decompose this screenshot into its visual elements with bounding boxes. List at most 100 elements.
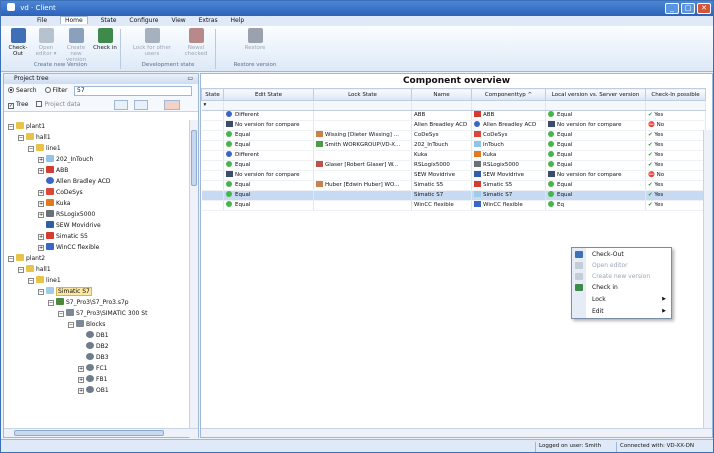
column-header-local-vs-server[interactable]: Local version vs. Server version — [545, 88, 646, 101]
tree-node-s7-project[interactable]: − S7_Pro3\S7_Pro3.s7p — [48, 298, 129, 308]
table-row[interactable]: No version for compare Allen Breadley ACD… — [201, 120, 706, 131]
context-item-checkout[interactable]: Check-Out — [592, 249, 670, 260]
table-horizontal-scrollbar[interactable] — [201, 428, 712, 437]
column-filter[interactable] — [471, 100, 546, 111]
column-header-checkin-possible[interactable]: Check-In possible — [645, 88, 706, 101]
context-item-lock[interactable]: Lock ▶ — [592, 294, 670, 305]
tree-node-fc1[interactable]: + FC1 — [78, 364, 107, 374]
create-new-version-button[interactable]: Create new version — [61, 28, 91, 63]
checkin-button[interactable]: Check in — [93, 28, 117, 51]
column-header-name[interactable]: Name — [411, 88, 472, 101]
tree-node-db3[interactable]: DB3 — [86, 353, 109, 363]
checkout-button[interactable]: Check-Out — [5, 28, 31, 57]
tree-node-rslogix5000[interactable]: + RSLogix5000 — [38, 210, 95, 220]
pin-icon[interactable]: ▭ — [187, 74, 193, 84]
scroll-thumb[interactable] — [191, 130, 197, 186]
column-filter[interactable] — [223, 100, 314, 111]
table-row[interactable]: No version for compare SEW Movidrive SEW M… — [201, 170, 706, 181]
no-version-icon — [548, 171, 555, 177]
tree-node-blocks[interactable]: − Blocks — [68, 320, 105, 330]
filter-radio[interactable] — [44, 87, 51, 93]
context-item-open-editor[interactable]: Open editor — [592, 260, 670, 271]
tree-node-codesys[interactable]: + CoDeSys — [38, 188, 83, 198]
menu-home[interactable]: Home — [59, 16, 88, 24]
tree-node-simatic-s5[interactable]: + Simatic S5 — [38, 232, 88, 242]
tree-node-kuka[interactable]: + Kuka — [38, 199, 70, 209]
column-header-edit-state[interactable]: Edit State — [223, 88, 314, 101]
tree-node-202-intouch[interactable]: +202_InTouch — [38, 155, 93, 165]
tree-node-ob1[interactable]: + OB1 — [78, 386, 109, 396]
menu-configure[interactable]: Configure — [129, 17, 158, 24]
tree-vertical-scrollbar[interactable] — [189, 120, 198, 438]
column-filter[interactable] — [411, 100, 472, 111]
tree-node-hall1[interactable]: − hall1 — [18, 265, 51, 275]
filter-input[interactable]: 57 — [74, 86, 192, 96]
lock-for-other-users-button[interactable]: Lock for other users — [125, 28, 179, 57]
tree-node-sew-movidrive[interactable]: SEW Movidrive — [46, 221, 101, 231]
tree-node-simatic-s7[interactable]: − Simatic S7 — [38, 287, 92, 297]
newsl-checked-button[interactable]: Newsl checked — [181, 28, 211, 57]
table-row[interactable]: Equal Smith WORKGROUP\VD-X... 202_InTouch I… — [201, 140, 706, 151]
tree-node-abb[interactable]: + ABB — [38, 166, 68, 176]
rslogix-icon — [46, 210, 54, 217]
table-row[interactable]: Equal Simatic S7 Simatic S7 Equal ✔ Yes — [201, 190, 706, 201]
column-filter[interactable] — [645, 100, 706, 111]
abb-icon — [474, 111, 481, 117]
project-tree-panel: Project tree ▭ Search Filter 57 ✓ Tree Pr… — [3, 73, 199, 438]
column-filter[interactable]: ▾ — [201, 100, 224, 111]
menu-extras[interactable]: Extras — [199, 17, 218, 24]
status-icon — [226, 111, 232, 117]
tree-node-db1[interactable]: DB1 — [86, 331, 109, 341]
menu-view[interactable]: View — [171, 17, 185, 24]
close-button[interactable]: ✕ — [697, 3, 711, 14]
table-vertical-scrollbar[interactable] — [703, 130, 712, 428]
app-logo-icon — [7, 3, 15, 11]
context-item-checkin[interactable]: Check in — [592, 282, 670, 293]
context-item-edit[interactable]: Edit ▶ — [592, 306, 670, 317]
tree-checkbox[interactable]: ✓ — [8, 103, 14, 109]
expand-all-button[interactable] — [114, 100, 128, 110]
table-row[interactable]: Equal WinCC flexible WinCC flexible Eq ✔ Yes — [201, 200, 706, 211]
scroll-thumb[interactable] — [14, 430, 164, 436]
minimize-button[interactable]: _ — [665, 3, 679, 14]
tree-node-fb1[interactable]: + FB1 — [78, 375, 107, 385]
project-tree: − plant1 − hall1 − line1 +202_InTouch + ABB … — [4, 120, 190, 420]
column-header-lock-state[interactable]: Lock State — [313, 88, 412, 101]
home-tree-button[interactable] — [164, 100, 180, 110]
tree-node-line1[interactable]: − line1 — [28, 276, 61, 286]
tree-node-db2[interactable]: DB2 — [86, 342, 109, 352]
table-row[interactable]: Equal Wissing [Dieter Wissing] ... CoDeSys… — [201, 130, 706, 141]
search-radio[interactable] — [8, 87, 14, 93]
column-header-state[interactable]: State — [201, 88, 224, 101]
status-bar: Logged on user: Smith Connected with: VD… — [1, 439, 713, 452]
column-filter[interactable] — [545, 100, 646, 111]
tree-node-hall1[interactable]: − hall1 — [18, 133, 51, 143]
tree-node-plant2[interactable]: − plant2 — [8, 254, 45, 264]
column-header-componenttyp[interactable]: Componenttyp ^ — [471, 88, 546, 101]
status-icon — [226, 161, 232, 167]
menu-state[interactable]: State — [101, 17, 117, 24]
table-row[interactable]: Equal Glaser [Robert Glaser] W... RSLogix5… — [201, 160, 706, 171]
menu-file[interactable]: File — [37, 17, 47, 24]
restore-button[interactable]: Restore — [235, 28, 275, 51]
table-row[interactable]: Different ABB ABB Equal ✔ Yes — [201, 110, 706, 121]
folder-icon — [36, 144, 44, 151]
project-data-checkbox[interactable] — [36, 101, 43, 107]
tree-node-simatic-300[interactable]: − S7_Pro3\SIMATIC 300 St — [58, 309, 147, 319]
allen-bradley-icon — [46, 177, 54, 184]
collapse-all-button[interactable] — [134, 100, 148, 110]
maximize-button[interactable]: □ — [681, 3, 695, 14]
column-filter[interactable] — [313, 100, 412, 111]
tree-node-allen-bradley[interactable]: Allen Bradley ACD — [46, 177, 111, 187]
table-row[interactable]: Equal Huber [Edwin Huber] WO... Simatic S5… — [201, 180, 706, 191]
open-editor-button[interactable]: Open editor ▾ — [34, 28, 58, 57]
tree-horizontal-scrollbar[interactable] — [4, 428, 198, 437]
tree-node-line1[interactable]: − line1 — [28, 144, 61, 154]
menu-help[interactable]: Help — [231, 17, 245, 24]
table-row[interactable]: Different Kuka Kuka Equal ✔ Yes — [201, 150, 706, 161]
user-lock-icon — [316, 181, 323, 187]
context-item-create-new-version[interactable]: Create new version — [592, 271, 670, 282]
abb-icon — [46, 166, 54, 173]
tree-node-plant1[interactable]: − plant1 — [8, 122, 45, 132]
tree-node-wincc-flexible[interactable]: + WinCC flexible — [38, 243, 99, 253]
